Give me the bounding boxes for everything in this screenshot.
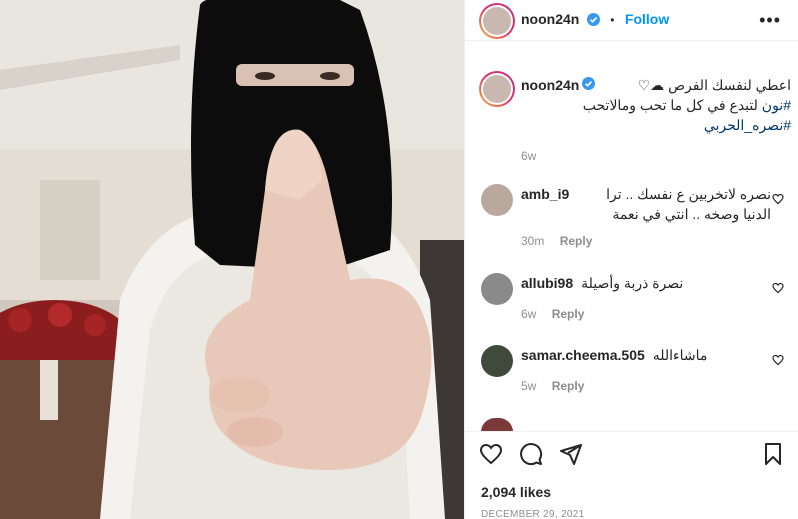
like-heart-icon[interactable]	[479, 442, 503, 466]
reply-button[interactable]: Reply	[552, 307, 585, 321]
author-username[interactable]: noon24n	[521, 11, 579, 27]
post-image	[0, 0, 464, 519]
heart-icon[interactable]	[772, 354, 784, 366]
post-header: noon24n • Follow •••	[465, 0, 798, 41]
reply-button[interactable]: Reply	[560, 234, 593, 248]
likes-count[interactable]: 2,094 likes	[481, 484, 551, 500]
caption-hashtag[interactable]: #نون	[762, 97, 791, 113]
caption-avatar[interactable]	[479, 71, 515, 107]
reply-button[interactable]: Reply	[552, 379, 585, 393]
heart-icon[interactable]	[772, 282, 784, 294]
author-avatar[interactable]	[479, 3, 515, 39]
comment-text: نصره لاتخربين ع نفسك .. ترا	[606, 186, 771, 202]
comment-time: 30m	[521, 234, 545, 248]
comment-text: نصرة ذربة وأصيلة	[581, 275, 684, 291]
commenter-avatar[interactable]	[481, 273, 513, 305]
comment-username[interactable]: amb_i9	[521, 186, 569, 202]
commenter-avatar[interactable]	[481, 184, 513, 216]
comment-username[interactable]: samar.cheema.505	[521, 347, 645, 363]
comment-time: 6w	[521, 307, 537, 321]
comment-text: ماشاءالله	[652, 347, 708, 363]
more-options-icon[interactable]: •••	[759, 11, 781, 29]
heart-icon[interactable]	[772, 193, 784, 205]
comment: allubi98 نصرة ذربة وأصيلة 6w Reply	[521, 273, 771, 321]
commenter-avatar[interactable]	[481, 418, 513, 432]
verified-badge-icon	[582, 77, 596, 90]
post-photo[interactable]	[0, 0, 464, 519]
verified-badge-icon	[586, 13, 600, 26]
caption-text-line2-wrap: #نون لتبدع في كل ما تحب ومالاتحب	[521, 95, 791, 115]
comment-username[interactable]: allubi98	[521, 275, 573, 291]
bookmark-icon[interactable]	[761, 442, 785, 466]
comment-time: 5w	[521, 379, 537, 393]
follow-button[interactable]: Follow	[625, 11, 669, 27]
comment: amb_i9 نصره لاتخربين ع نفسك .. ترا الدني…	[521, 184, 771, 248]
post-sidebar: noon24n • Follow ••• noon24n اعطي لنفسك …	[464, 0, 798, 519]
post-actions: 2,094 likes DECEMBER 29, 2021	[465, 431, 798, 519]
caption-hashtag[interactable]: #نصره_الحربي	[704, 117, 791, 133]
comment-text: الدنيا وصخه .. انتي في نعمة	[612, 206, 771, 222]
commenter-avatar[interactable]	[481, 345, 513, 377]
share-icon[interactable]	[559, 442, 583, 466]
caption-time: 6w	[521, 149, 537, 163]
post-date: DECEMBER 29, 2021	[481, 509, 585, 519]
comment-icon[interactable]	[519, 442, 543, 466]
caption-text-line1: اعطي لنفسك الفرص ☁♡	[637, 77, 791, 93]
caption-username[interactable]: noon24n	[521, 77, 579, 93]
caption-text-line2: لتبدع في كل ما تحب ومالاتحب	[582, 97, 758, 113]
comment: samar.cheema.505 ماشاءالله 5w Reply	[521, 345, 771, 393]
header-separator: •	[610, 13, 615, 27]
